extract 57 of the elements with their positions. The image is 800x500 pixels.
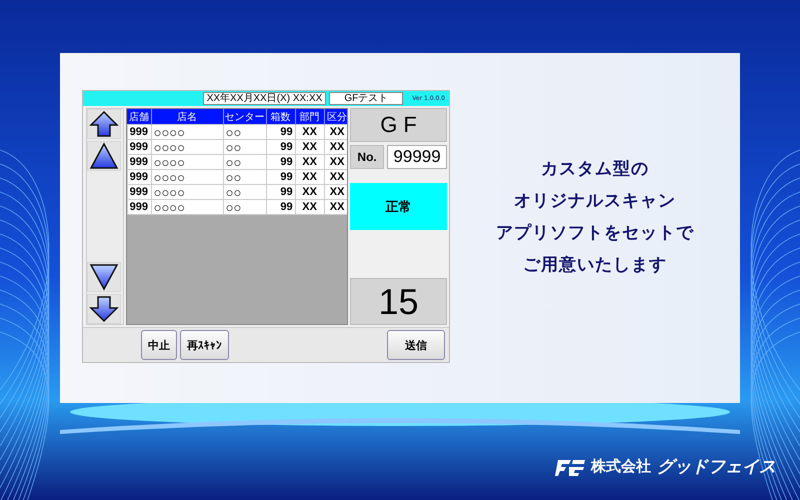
table-cell: ○○ [223, 154, 266, 170]
table-cell: XX [295, 170, 324, 184]
table-cell: 999 [127, 154, 152, 170]
table-cell: ○○○○ [151, 184, 224, 200]
table-cell: 99 [266, 154, 296, 170]
table-cell: 99 [266, 140, 296, 154]
table-cell: ○○○○ [151, 200, 224, 214]
table-cell: ○○ [223, 140, 266, 154]
table-cell: XX [295, 124, 324, 140]
up-arrow-icon [89, 110, 119, 138]
status-display: 正常 [350, 183, 447, 230]
column-header: 店名 [151, 109, 224, 124]
page-up-button[interactable] [87, 109, 121, 139]
table-cell: XX [295, 154, 324, 170]
table-cell: 999 [127, 140, 152, 154]
action-button[interactable]: 送信 [387, 330, 445, 360]
table-cell: 999 [127, 124, 152, 140]
table-cell: 99 [266, 184, 296, 200]
date-field: XX年XX月XX日(X) XX:XX [202, 92, 326, 105]
table-cell: XX [295, 184, 324, 200]
table-cell: ○○ [223, 200, 266, 214]
table-cell: ○○○○ [151, 154, 224, 170]
company-type: 株式会社 [591, 457, 651, 476]
line-up-button[interactable] [87, 141, 121, 171]
table-cell: 99 [266, 170, 296, 184]
table-cell: 99 [266, 124, 296, 140]
table-cell: ○○○○ [151, 170, 224, 184]
table-cell: 999 [127, 184, 152, 200]
number-field: 99999 [387, 145, 447, 169]
table-cell: ○○ [223, 184, 266, 200]
table-cell: ○○○○ [151, 140, 224, 154]
table-cell: 99 [266, 200, 296, 214]
code-display: G F [350, 108, 447, 142]
table-cell: XX [295, 200, 324, 214]
company-name: グッドフェイス [657, 456, 776, 478]
action-button[interactable]: 再ｽｷｬﾝ [180, 330, 229, 360]
count-display: 15 [350, 278, 447, 325]
column-header: 店舗 [127, 109, 152, 124]
app-title: GFテスト [329, 92, 404, 105]
action-button[interactable]: 中止 [141, 330, 177, 360]
triangle-down-icon [89, 263, 119, 291]
table-cell: XX [295, 140, 324, 154]
table-cell: XX [324, 124, 348, 140]
table-cell: ○○○○ [151, 124, 224, 140]
table-cell: ○○ [223, 170, 266, 184]
line-down-button[interactable] [87, 262, 121, 292]
column-header: 箱数 [266, 109, 296, 124]
table-cell: ○○ [223, 124, 266, 140]
column-header: センター [223, 109, 266, 124]
down-arrow-icon [89, 295, 119, 323]
column-header: 部門 [295, 109, 324, 124]
page-down-button[interactable] [87, 294, 121, 324]
table-cell: 999 [127, 200, 152, 214]
table-cell: 999 [127, 170, 152, 184]
headline-text: カスタム型の オリジナルスキャン アプリソフトをセットで ご用意いたします [496, 158, 694, 276]
no-label: No. [350, 145, 384, 169]
triangle-up-icon [89, 142, 119, 170]
